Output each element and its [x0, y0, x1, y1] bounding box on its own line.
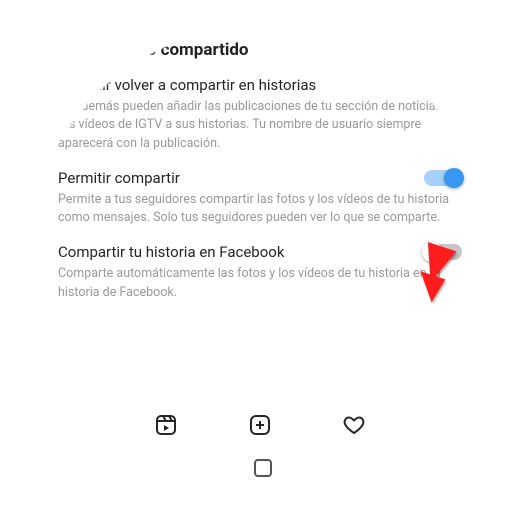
setting-allow-share-desc: Permite a tus seguidores compartir las f…: [58, 191, 462, 228]
setting-reshare-row[interactable]: Permitir volver a compartir en historias: [58, 76, 462, 94]
setting-reshare-desc: Los demás pueden añadir las publicacione…: [58, 98, 462, 153]
setting-allow-share-title: Permitir compartir: [58, 169, 180, 187]
section-heading: Contenido compartido: [78, 40, 462, 60]
settings-scroll: Contenido compartido Permitir volver a c…: [26, 26, 494, 318]
home-icon[interactable]: [60, 412, 86, 438]
setting-share-fb-title: Compartir tu historia en Facebook: [58, 243, 284, 261]
new-post-icon[interactable]: [247, 412, 273, 438]
setting-allow-share-row[interactable]: Permitir compartir: [58, 169, 462, 187]
heart-icon[interactable]: [341, 412, 367, 438]
reels-icon[interactable]: [153, 412, 179, 438]
setting-share-fb-row[interactable]: Compartir tu historia en Facebook: [58, 243, 462, 261]
setting-reshare-title: Permitir volver a compartir en historias: [58, 76, 316, 94]
setting-allow-share-toggle[interactable]: [424, 170, 462, 186]
setting-share-fb-desc: Comparte automáticamente las fotos y los…: [58, 265, 462, 302]
nav-home-icon[interactable]: [254, 459, 272, 477]
nav-back-icon[interactable]: [377, 461, 388, 475]
android-nav-bar: [26, 452, 494, 484]
setting-reshare-toggle[interactable]: [424, 77, 462, 93]
nav-recent-icon[interactable]: [132, 467, 148, 469]
screenshot-circle: Contenido compartido Permitir volver a c…: [26, 26, 494, 494]
profile-avatar[interactable]: [434, 412, 460, 438]
setting-share-fb-toggle[interactable]: [424, 244, 462, 260]
tab-bar: [26, 402, 494, 448]
